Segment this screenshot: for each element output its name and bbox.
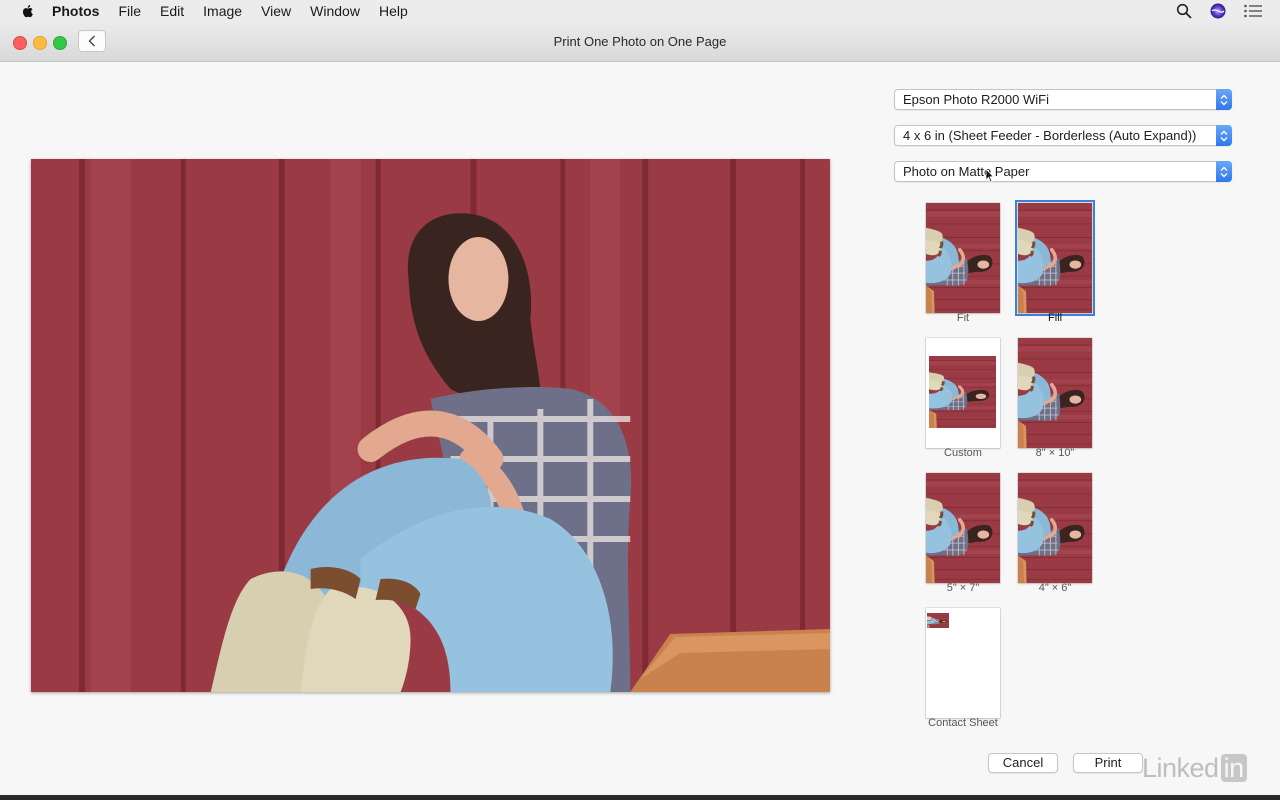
layout-thumb-contact-sheet[interactable] [926, 608, 1000, 718]
printer-popup-value: Epson Photo R2000 WiFi [903, 92, 1049, 107]
menu-file[interactable]: File [118, 3, 141, 19]
menu-view[interactable]: View [261, 3, 291, 19]
menu-window[interactable]: Window [310, 3, 360, 19]
menu-image[interactable]: Image [203, 3, 242, 19]
watermark-text: Linked [1142, 753, 1219, 783]
siri-icon[interactable] [1210, 3, 1226, 19]
apple-icon[interactable] [20, 3, 36, 19]
bottom-edge [0, 795, 1280, 800]
layout-label-5x7: 5" × 7" [946, 582, 980, 594]
layout-label-fit: Fit [956, 312, 970, 324]
menu-edit[interactable]: Edit [160, 3, 184, 19]
linkedin-watermark: Linked in [1142, 753, 1247, 784]
window-title: Print One Photo on One Page [553, 34, 727, 49]
cancel-button[interactable]: Cancel [988, 753, 1058, 773]
printer-popup[interactable]: Epson Photo R2000 WiFi [894, 89, 1232, 110]
chevron-left-icon [88, 35, 95, 47]
paper-size-popup[interactable]: 4 x 6 in (Sheet Feeder - Borderless (Aut… [894, 125, 1232, 146]
print-preview-photo [31, 159, 830, 692]
paper-type-popup[interactable]: Photo on Matte Paper [894, 161, 1232, 182]
layout-thumb-fit[interactable] [926, 203, 1000, 313]
menu-help[interactable]: Help [379, 3, 408, 19]
mouse-cursor-icon [985, 168, 995, 183]
print-button[interactable]: Print [1073, 753, 1143, 773]
popup-stepper-icon [1216, 89, 1232, 110]
layout-label-contact-sheet: Contact Sheet [928, 717, 998, 729]
watermark-badge: in [1220, 754, 1247, 782]
notification-center-icon[interactable] [1244, 4, 1262, 18]
layout-thumb-5x7[interactable] [926, 473, 1000, 583]
layout-label-fill: Fill [1047, 312, 1063, 324]
layout-label-custom: Custom [944, 447, 982, 459]
title-bar: Print One Photo on One Page [0, 22, 1280, 62]
paper-type-popup-value: Photo on Matte Paper [903, 164, 1030, 179]
popup-stepper-icon [1216, 125, 1232, 146]
back-button[interactable] [78, 30, 106, 52]
layout-thumb-custom[interactable] [926, 338, 1000, 448]
layout-thumb-8x10[interactable] [1018, 338, 1092, 448]
spotlight-search-icon[interactable] [1176, 3, 1192, 19]
layout-thumb-4x6[interactable] [1018, 473, 1092, 583]
print-window: Print One Photo on One Page Epson Photo … [0, 22, 1280, 795]
menu-bar: Photos File Edit Image View Window Help [0, 0, 1280, 22]
menu-app-photos[interactable]: Photos [52, 3, 99, 19]
paper-size-popup-value: 4 x 6 in (Sheet Feeder - Borderless (Aut… [903, 128, 1197, 143]
popup-stepper-icon [1216, 161, 1232, 182]
layout-label-8x10: 8" × 10" [1035, 447, 1075, 459]
layout-thumb-fill[interactable] [1015, 200, 1095, 316]
menu-extras [1176, 0, 1280, 22]
layout-label-4x6: 4" × 6" [1038, 582, 1072, 594]
